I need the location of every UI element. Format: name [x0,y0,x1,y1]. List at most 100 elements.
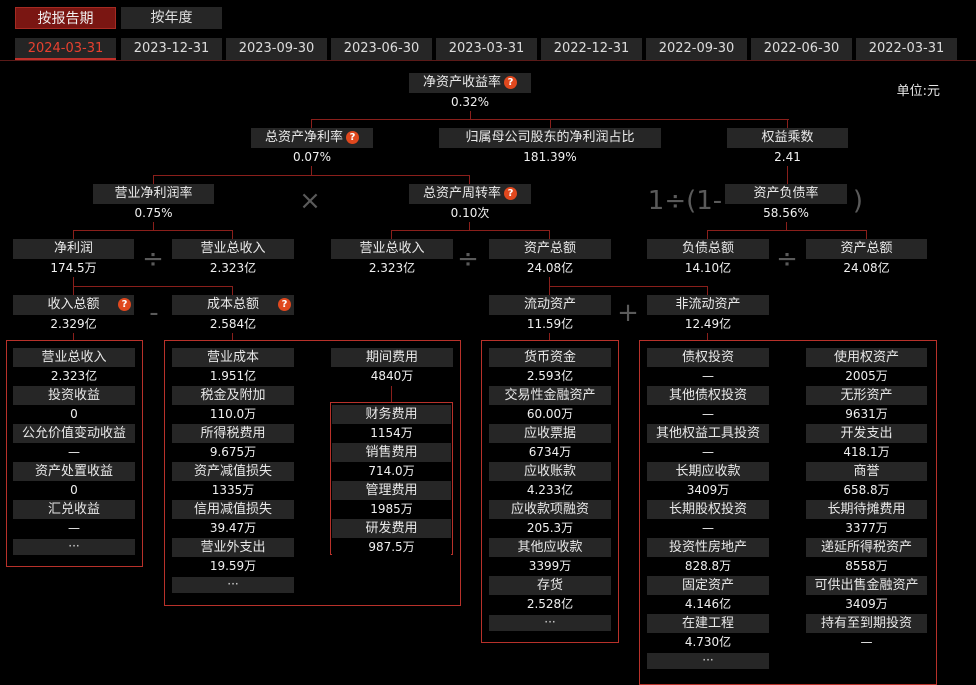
cost-item[interactable]: 税金及附加 110.0万 [172,386,294,424]
income-item[interactable]: 公允价值变动收益 — [13,424,135,462]
node-total-revenue[interactable]: 营业总收入 2.323亿 [331,239,453,277]
expense-item[interactable]: 管理费用 1985万 [332,481,451,519]
node-value: 0.75% [93,204,214,222]
noncurrent-asset-item[interactable]: 使用权资产 2005万 [806,348,927,386]
cost-item[interactable]: 营业外支出 19.59万 [172,538,294,576]
help-icon[interactable]: ? [118,298,131,311]
help-icon[interactable]: ? [504,76,517,89]
date-tab[interactable]: 2023-09-30 [226,38,327,60]
item-value: 2.593亿 [489,367,611,386]
help-icon[interactable]: ? [278,298,291,311]
current-asset-item[interactable]: 其他应收款 3399万 [489,538,611,576]
divide-operator: ÷ [142,244,164,274]
item-value: 2005万 [806,367,927,386]
noncurrent-asset-item[interactable]: 固定资产 4.146亿 [647,576,769,614]
item-value: — [13,519,135,538]
connector-line [232,286,233,295]
node-asset-turnover[interactable]: 总资产周转率? 0.10次 [409,184,531,222]
date-tab[interactable]: 2022-03-31 [856,38,957,60]
tab-by-report-period[interactable]: 按报告期 [15,7,116,29]
node-roe[interactable]: 净资产收益率? 0.32% [409,73,531,111]
noncurrent-asset-item[interactable]: 长期应收款 3409万 [647,462,769,500]
income-item[interactable]: 投资收益 0 [13,386,135,424]
item-value: 1985万 [332,500,451,519]
node-total-income[interactable]: 收入总额? 2.329亿 [13,295,134,333]
noncurrent-asset-item[interactable]: 可供出售金融资产 3409万 [806,576,927,614]
cost-item[interactable]: 所得税费用 9.675万 [172,424,294,462]
noncurrent-asset-item[interactable]: 商誉 658.8万 [806,462,927,500]
noncurrent-asset-item[interactable]: 长期股权投资 — [647,500,769,538]
node-label: 净资产收益率 [422,75,501,90]
node-total-cost[interactable]: 成本总额? 2.584亿 [172,295,294,333]
item-label: 其他债权投资 [647,386,769,405]
current-asset-item[interactable]: 货币资金 2.593亿 [489,348,611,386]
node-label: 权益乘数 [727,128,848,148]
date-tab[interactable]: 2022-12-31 [541,38,642,60]
income-item[interactable]: 资产处置收益 0 [13,462,135,500]
node-label: 收入总额 [47,297,100,312]
date-tab[interactable]: 2024-03-31 [15,38,116,60]
more-items-button[interactable]: ··· [647,653,769,669]
node-total-liabilities[interactable]: 负债总额 14.10亿 [647,239,769,277]
connector-line [391,230,392,239]
noncurrent-asset-item[interactable]: 长期待摊费用 3377万 [806,500,927,538]
connector-line [391,230,549,231]
cost-item[interactable]: 资产减值损失 1335万 [172,462,294,500]
date-tab[interactable]: 2022-09-30 [646,38,747,60]
current-asset-item[interactable]: 交易性金融资产 60.00万 [489,386,611,424]
connector-line [153,175,470,176]
noncurrent-asset-item[interactable]: 递延所得税资产 8558万 [806,538,927,576]
node-debt-ratio[interactable]: 资产负债率 58.56% [725,184,847,222]
help-icon[interactable]: ? [504,187,517,200]
current-asset-item[interactable]: 应收票据 6734万 [489,424,611,462]
item-label: 应收票据 [489,424,611,443]
date-tab[interactable]: 2023-06-30 [331,38,432,60]
noncurrent-asset-item[interactable]: 其他债权投资 — [647,386,769,424]
connector-line [232,333,233,340]
node-noncurrent-assets[interactable]: 非流动资产 12.49亿 [647,295,769,333]
income-item[interactable]: 汇兑收益 — [13,500,135,538]
noncurrent-asset-item[interactable]: 无形资产 9631万 [806,386,927,424]
income-item[interactable]: 营业总收入 2.323亿 [13,348,135,386]
more-items-button[interactable]: ··· [172,577,294,593]
node-period-expense[interactable]: 期间费用 4840万 [331,348,453,386]
item-value: — [647,405,769,424]
node-total-revenue[interactable]: 营业总收入 2.323亿 [172,239,294,277]
date-tab[interactable]: 2022-06-30 [751,38,852,60]
current-asset-item[interactable]: 应收账款 4.233亿 [489,462,611,500]
noncurrent-asset-item[interactable]: 持有至到期投资 — [806,614,927,652]
node-current-assets[interactable]: 流动资产 11.59亿 [489,295,611,333]
node-roa[interactable]: 总资产净利率? 0.07% [251,128,373,166]
node-equity-multiplier[interactable]: 权益乘数 2.41 [727,128,848,166]
current-asset-item[interactable]: 存货 2.528亿 [489,576,611,614]
node-net-profit[interactable]: 净利润 174.5万 [13,239,134,277]
item-label: 递延所得税资产 [806,538,927,557]
noncurrent-asset-item[interactable]: 开发支出 418.1万 [806,424,927,462]
tab-by-year[interactable]: 按年度 [121,7,222,29]
date-tab[interactable]: 2023-03-31 [436,38,537,60]
noncurrent-asset-item[interactable]: 债权投资 — [647,348,769,386]
noncurrent-asset-item[interactable]: 其他权益工具投资 — [647,424,769,462]
expense-item[interactable]: 研发费用 987.5万 [332,519,451,557]
item-value: — [647,367,769,386]
more-items-button[interactable]: ··· [13,539,135,555]
expense-item[interactable]: 销售费用 714.0万 [332,443,451,481]
more-items-button[interactable]: ··· [489,615,611,631]
node-net-margin[interactable]: 营业净利润率 0.75% [93,184,214,222]
date-tab[interactable]: 2023-12-31 [121,38,222,60]
cost-item[interactable]: 信用减值损失 39.47万 [172,500,294,538]
item-value: — [647,519,769,538]
node-total-assets[interactable]: 资产总额 24.08亿 [806,239,927,277]
node-value: 14.10亿 [647,259,769,277]
expense-item[interactable]: 财务费用 1154万 [332,405,451,443]
noncurrent-asset-item[interactable]: 在建工程 4.730亿 [647,614,769,652]
current-asset-item[interactable]: 应收款项融资 205.3万 [489,500,611,538]
cost-item[interactable]: 营业成本 1.951亿 [172,348,294,386]
noncurrent-asset-item[interactable]: 投资性房地产 828.8万 [647,538,769,576]
node-label: 归属母公司股东的净利润占比 [439,128,661,148]
node-parent-profit-ratio[interactable]: 归属母公司股东的净利润占比 181.39% [439,128,661,166]
node-total-assets[interactable]: 资产总额 24.08亿 [489,239,611,277]
help-icon[interactable]: ? [346,131,359,144]
item-value: 9631万 [806,405,927,424]
connector-line [311,119,312,128]
